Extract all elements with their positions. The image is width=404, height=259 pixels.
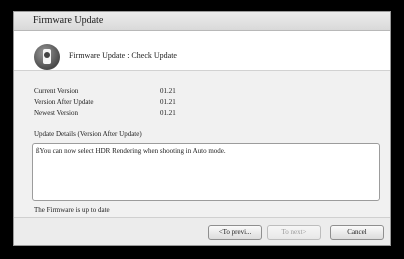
version-value: 01.21 [160,87,176,95]
dialog-header: Firmware Update : Check Update [14,31,390,71]
update-details-textbox[interactable]: ßYou can now select HDR Rendering when s… [32,143,380,201]
dialog-titlebar: Firmware Update [14,12,390,31]
step-title: Firmware Update : Check Update [69,51,177,60]
version-row-newest: Newest Version 01.21 [34,108,234,119]
previous-button[interactable]: <To previ... [208,225,262,240]
version-value: 01.21 [160,98,176,106]
version-list: Current Version 01.21 Version After Upda… [34,86,234,119]
update-details-label: Update Details (Version After Update) [34,130,142,138]
version-label: Version After Update [34,98,94,106]
cancel-button[interactable]: Cancel [330,225,384,240]
update-details-text: ßYou can now select HDR Rendering when s… [36,147,226,155]
version-row-current: Current Version 01.21 [34,86,234,97]
version-label: Current Version [34,87,79,95]
update-status-text: The Firmware is up to date [34,206,110,214]
dialog-title: Firmware Update [33,15,104,26]
next-button: To next> [267,225,321,240]
version-value: 01.21 [160,109,176,117]
version-label: Newest Version [34,109,79,117]
version-row-after-update: Version After Update 01.21 [34,97,234,108]
camera-icon [34,44,60,70]
dialog-footer: <To previ... To next> Cancel [14,217,390,245]
firmware-update-dialog: Firmware Update Firmware Update : Check … [13,11,391,246]
